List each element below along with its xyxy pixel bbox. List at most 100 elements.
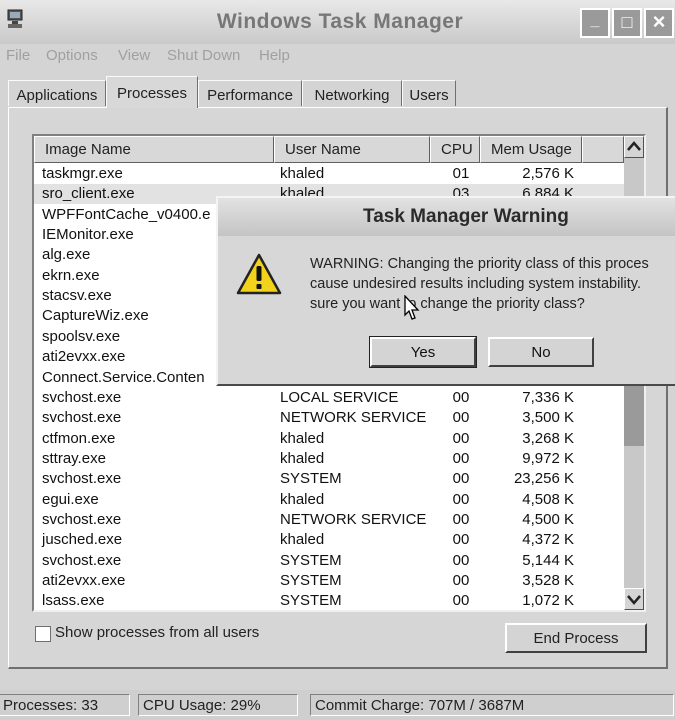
menu-help[interactable]: Help (259, 47, 290, 64)
tab-networking[interactable]: Networking (302, 80, 402, 106)
list-header: Image Name User Name CPU Mem Usage (34, 136, 624, 164)
column-header-mem-usage[interactable]: Mem Usage (480, 136, 582, 163)
process-name-cell: svchost.exe (42, 510, 122, 528)
mem-usage-cell: 4,372 K (522, 531, 574, 549)
maximize-button[interactable]: □ (612, 8, 642, 38)
cpu-cell: 00 (452, 470, 470, 488)
column-header-image-name[interactable]: Image Name (34, 136, 274, 163)
show-all-users-checkbox[interactable] (35, 626, 51, 642)
cpu-cell: 00 (452, 449, 470, 467)
table-row[interactable]: egui.exe khaled 00 4,508 K (34, 490, 624, 510)
title-bar[interactable]: Windows Task Manager _ □ × (0, 0, 675, 44)
process-name-cell: stacsv.exe (42, 287, 112, 305)
dialog-message-line: sure you want to change the priority cla… (310, 296, 585, 312)
maximize-icon: □ (621, 12, 633, 32)
process-name-cell: taskmgr.exe (42, 165, 123, 182)
process-name-cell: svchost.exe (42, 551, 122, 569)
user-name-cell: khaled (280, 165, 325, 182)
mem-usage-cell: 5,144 K (522, 551, 574, 569)
scroll-down-button[interactable] (624, 588, 644, 610)
table-row[interactable]: svchost.exe LOCAL SERVICE 00 7,336 K (34, 388, 624, 408)
mem-usage-cell: 1,072 K (522, 592, 574, 610)
tab-performance[interactable]: Performance (198, 80, 302, 106)
scroll-up-button[interactable] (624, 136, 644, 158)
tab-applications[interactable]: Applications (8, 80, 106, 106)
dialog-title-bar[interactable]: Task Manager Warning (218, 198, 675, 236)
process-name-cell: spoolsv.exe (42, 327, 121, 345)
process-name-cell: ati2evxx.exe (42, 348, 126, 366)
close-button[interactable]: × (644, 8, 674, 38)
column-header-filler (582, 136, 624, 163)
mem-usage-cell: 4,508 K (522, 490, 574, 508)
user-name-cell: SYSTEM (280, 572, 342, 589)
end-process-button[interactable]: End Process (505, 623, 647, 653)
table-row[interactable]: svchost.exe SYSTEM 00 23,256 K (34, 469, 624, 489)
process-name-cell: CaptureWiz.exe (42, 307, 149, 325)
dialog-title: Task Manager Warning (363, 206, 569, 227)
cpu-cell: 00 (452, 409, 470, 427)
column-header-cpu[interactable]: CPU (430, 136, 480, 163)
no-button[interactable]: No (488, 337, 594, 367)
process-name-cell: svchost.exe (42, 388, 122, 406)
table-row[interactable]: taskmgr.exe khaled 01 2,576 K (34, 164, 624, 184)
dialog-message: WARNING: Changing the priority class of … (310, 254, 675, 314)
user-name-cell: khaled (280, 490, 325, 508)
process-name-cell: jusched.exe (42, 531, 123, 549)
cpu-cell: 01 (452, 165, 470, 182)
menu-shut-down[interactable]: Shut Down (167, 47, 240, 64)
process-name-cell: ekrn.exe (42, 266, 100, 284)
menu-file[interactable]: File (6, 47, 30, 64)
chevron-down-icon (627, 595, 641, 605)
warning-dialog: Task Manager Warning WARNING: Changing t… (216, 196, 675, 386)
user-name-cell: khaled (280, 429, 325, 447)
mem-usage-cell: 2,576 K (522, 165, 574, 182)
process-name-cell: lsass.exe (42, 592, 105, 610)
mem-usage-cell: 3,500 K (522, 409, 574, 427)
tab-users[interactable]: Users (402, 80, 456, 106)
table-row[interactable]: sttray.exe khaled 00 9,972 K (34, 449, 624, 469)
user-name-cell: LOCAL SERVICE (280, 388, 399, 406)
process-name-cell: svchost.exe (42, 409, 122, 427)
menu-options[interactable]: Options (46, 47, 98, 64)
user-name-cell: SYSTEM (280, 592, 342, 610)
yes-button[interactable]: Yes (369, 336, 477, 368)
table-row[interactable]: svchost.exe SYSTEM 00 5,144 K (34, 551, 624, 571)
table-row[interactable]: svchost.exe NETWORK SERVICE 00 3,500 K (34, 408, 624, 428)
mem-usage-cell: 9,972 K (522, 449, 574, 467)
warning-icon (236, 253, 282, 295)
status-commit-charge: Commit Charge: 707M / 3687M (310, 694, 674, 716)
dialog-message-line: WARNING: Changing the priority class of … (310, 256, 649, 272)
process-name-cell: IEMonitor.exe (42, 226, 134, 244)
menu-bar: File Options View Shut Down Help (0, 44, 675, 68)
process-name-cell: alg.exe (42, 246, 91, 264)
cpu-cell: 00 (452, 490, 470, 508)
cpu-cell: 00 (452, 531, 470, 549)
user-name-cell: NETWORK SERVICE (280, 510, 427, 528)
tab-processes[interactable]: Processes (106, 76, 198, 108)
user-name-cell: SYSTEM (280, 470, 342, 488)
status-cpu-usage: CPU Usage: 29% (138, 694, 298, 716)
cpu-cell: 00 (452, 592, 470, 610)
table-row[interactable]: lsass.exe SYSTEM 00 1,072 K (34, 591, 624, 610)
table-row[interactable]: jusched.exe khaled 00 4,372 K (34, 530, 624, 550)
cpu-cell: 00 (452, 388, 470, 406)
mem-usage-cell: 7,336 K (522, 388, 574, 406)
show-all-users-label[interactable]: Show processes from all users (55, 624, 259, 641)
task-manager-app-icon (7, 9, 23, 28)
menu-view[interactable]: View (118, 47, 150, 64)
cpu-cell: 00 (452, 572, 470, 589)
process-name-cell: svchost.exe (42, 470, 122, 488)
status-processes: Processes: 33 (0, 694, 130, 716)
process-name-cell: Connect.Service.Conten (42, 368, 205, 386)
close-icon: × (652, 9, 666, 34)
table-row[interactable]: svchost.exe NETWORK SERVICE 00 4,500 K (34, 510, 624, 530)
process-name-cell: ati2evxx.exe (42, 572, 126, 589)
table-row[interactable]: ati2evxx.exe SYSTEM 00 3,528 K (34, 571, 624, 591)
user-name-cell: SYSTEM (280, 551, 342, 569)
process-name-cell: WPFFontCache_v0400.e (42, 205, 211, 223)
table-row[interactable]: ctfmon.exe khaled 00 3,268 K (34, 429, 624, 449)
scroll-thumb[interactable] (624, 386, 644, 446)
minimize-button[interactable]: _ (580, 8, 610, 38)
column-header-user-name[interactable]: User Name (274, 136, 430, 163)
user-name-cell: khaled (280, 531, 325, 549)
